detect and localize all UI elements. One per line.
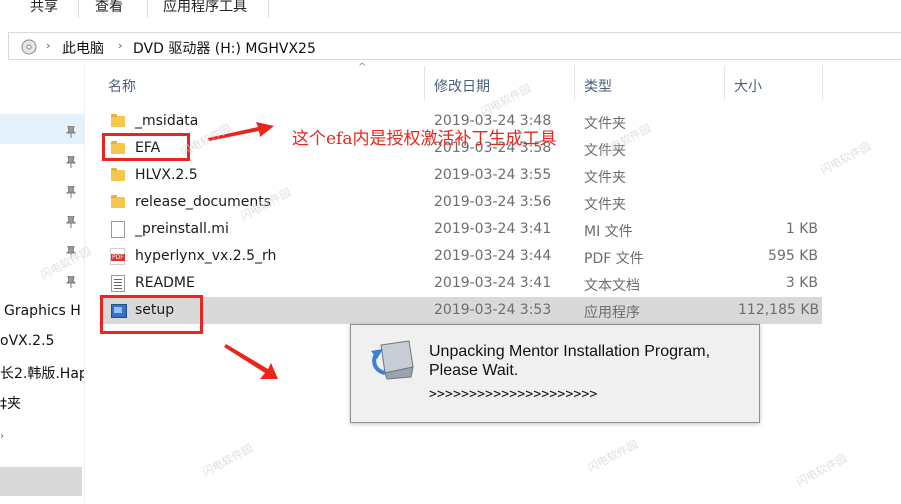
tab-view[interactable]: 查看 bbox=[95, 0, 123, 18]
folder-icon bbox=[110, 167, 126, 183]
file-type: 文件夹 bbox=[584, 170, 626, 186]
tab-app-tools[interactable]: 应用程序工具 bbox=[163, 0, 247, 18]
chevron-right-icon[interactable]: › bbox=[118, 39, 122, 52]
file-date: 2019-03-24 3:41 bbox=[434, 275, 552, 291]
file-date: 2019-03-24 3:53 bbox=[434, 302, 552, 318]
file-date: 2019-03-24 3:44 bbox=[434, 248, 552, 264]
breadcrumb-dvd-drive[interactable]: DVD 驱动器 (H:) MGHVX25 bbox=[133, 38, 316, 58]
nav-item-hap[interactable]: 长2.韩版.Hap bbox=[0, 363, 84, 383]
dvd-drive-icon bbox=[21, 39, 37, 55]
dialog-message-line1: Unpacking Mentor Installation Program, bbox=[429, 343, 711, 360]
file-type: 文件夹 bbox=[584, 197, 626, 213]
pin-icon[interactable] bbox=[66, 126, 76, 138]
file-name: _msidata bbox=[135, 113, 199, 129]
pin-icon[interactable] bbox=[66, 276, 76, 288]
column-divider[interactable] bbox=[574, 66, 575, 100]
column-divider[interactable] bbox=[724, 66, 725, 100]
text-file-icon bbox=[111, 275, 125, 292]
column-size[interactable]: 大小 bbox=[734, 76, 762, 96]
folder-icon bbox=[110, 194, 126, 210]
ribbon: 共享 查看 应用程序工具 bbox=[0, 0, 901, 23]
file-type: PDF 文件 bbox=[584, 251, 644, 267]
file-date: 2019-03-24 3:41 bbox=[434, 221, 552, 237]
pdf-icon bbox=[110, 248, 125, 265]
highlight-box-efa bbox=[102, 133, 190, 161]
file-type: 文件夹 bbox=[584, 116, 626, 132]
watermark: 闪电软件园 bbox=[200, 441, 256, 480]
file-name: _preinstall.mi bbox=[135, 221, 229, 237]
unpacking-dialog: Unpacking Mentor Installation Program, P… bbox=[350, 324, 760, 423]
file-row[interactable]: README 2019-03-24 3:41 文本文档 3 KB bbox=[100, 270, 822, 297]
file-type: 应用程序 bbox=[584, 305, 640, 321]
file-size: 3 KB bbox=[785, 275, 818, 291]
nav-item-hlvx[interactable]: oVX.2.5 bbox=[0, 333, 84, 349]
ribbon-divider bbox=[268, 0, 269, 18]
address-bar-row: › 此电脑 › DVD 驱动器 (H:) MGHVX25 bbox=[0, 22, 901, 66]
file-row-selected[interactable]: setup 2019-03-24 3:53 应用程序 112,185 KB bbox=[100, 297, 822, 324]
sort-up-icon: ^ bbox=[358, 62, 367, 73]
nav-item-folder[interactable]: ‡夹 bbox=[0, 393, 84, 413]
column-name[interactable]: 名称 bbox=[108, 76, 136, 96]
nav-selected-bottom[interactable] bbox=[0, 467, 82, 496]
watermark: 闪电软件园 bbox=[818, 139, 874, 178]
progress-indicator: >>>>>>>>>>>>>>>>>>>>> bbox=[429, 387, 598, 402]
column-divider[interactable] bbox=[424, 66, 425, 100]
file-name: README bbox=[135, 275, 195, 291]
pin-icon[interactable] bbox=[66, 216, 76, 228]
arrow-down-right-icon bbox=[224, 344, 278, 379]
installer-box-icon bbox=[371, 340, 414, 380]
annotation-text: 这个efa内是授权激活补丁生成工具 bbox=[292, 129, 557, 149]
file-size: 595 KB bbox=[768, 248, 818, 264]
watermark: 闪电软件园 bbox=[794, 451, 850, 490]
chevron-right-icon[interactable]: › bbox=[46, 39, 50, 52]
navigation-pane: Graphics H oVX.2.5 长2.韩版.Hap ‡夹 › bbox=[0, 66, 85, 504]
folder-icon bbox=[110, 113, 126, 129]
nav-item-graphics[interactable]: Graphics H bbox=[4, 303, 88, 319]
file-name: HLVX.2.5 bbox=[135, 167, 198, 183]
file-size: 1 KB bbox=[785, 221, 818, 237]
highlight-box-setup bbox=[100, 295, 203, 334]
watermark: 闪电软件园 bbox=[585, 437, 641, 476]
file-row[interactable]: HLVX.2.5 2019-03-24 3:55 文件夹 bbox=[100, 162, 822, 189]
file-name: hyperlynx_vx.2.5_rh bbox=[135, 248, 277, 264]
dialog-message-line2: Please Wait. bbox=[429, 362, 519, 379]
breadcrumb-this-pc[interactable]: 此电脑 bbox=[62, 38, 104, 58]
ribbon-divider bbox=[147, 0, 148, 18]
file-type: MI 文件 bbox=[584, 224, 633, 240]
pin-icon[interactable] bbox=[66, 186, 76, 198]
file-date: 2019-03-24 3:56 bbox=[434, 194, 552, 210]
address-bar[interactable]: › 此电脑 › DVD 驱动器 (H:) MGHVX25 bbox=[8, 32, 901, 60]
file-row[interactable]: _preinstall.mi 2019-03-24 3:41 MI 文件 1 K… bbox=[100, 216, 822, 243]
tab-share[interactable]: 共享 bbox=[30, 0, 58, 18]
document-icon bbox=[111, 221, 125, 238]
column-date[interactable]: 修改日期 bbox=[434, 76, 490, 96]
file-row[interactable]: hyperlynx_vx.2.5_rh 2019-03-24 3:44 PDF … bbox=[100, 243, 822, 270]
file-size: 112,185 KB bbox=[738, 302, 820, 318]
expand-arrow-icon[interactable]: › bbox=[0, 431, 84, 442]
file-date: 2019-03-24 3:55 bbox=[434, 167, 552, 183]
pin-icon[interactable] bbox=[66, 156, 76, 168]
column-type[interactable]: 类型 bbox=[584, 76, 612, 96]
file-row[interactable]: release_documents 2019-03-24 3:56 文件夹 bbox=[100, 189, 822, 216]
file-type: 文本文档 bbox=[584, 278, 640, 294]
ribbon-divider bbox=[78, 0, 79, 18]
column-divider[interactable] bbox=[822, 66, 823, 100]
